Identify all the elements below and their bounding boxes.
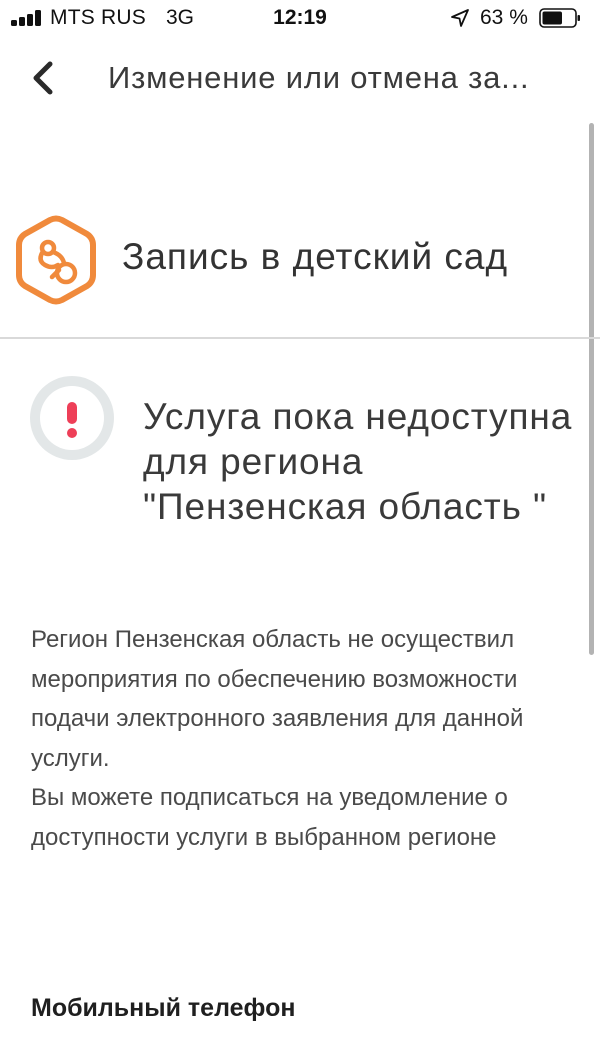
phone-field-label: Мобильный телефон [31, 994, 296, 1022]
divider [0, 337, 600, 339]
unavailable-description: Регион Пензенская область не осуществил … [31, 620, 581, 857]
chevron-left-icon [33, 61, 53, 95]
service-header: Запись в детский сад [0, 200, 600, 320]
location-arrow-icon [451, 9, 469, 27]
battery-icon [539, 8, 580, 28]
description-paragraph: Регион Пензенская область не осуществил … [31, 626, 524, 772]
alert-badge [30, 376, 114, 460]
battery-percent: 63 % [480, 6, 528, 29]
back-button[interactable] [22, 56, 62, 100]
alert-title: Услуга пока недоступна для региона "Пенз… [143, 396, 573, 527]
page-title: Изменение или отмена за... [108, 60, 530, 95]
subscribe-hint: Вы можете подписаться на уведомление о д… [31, 784, 508, 851]
screen: MTS RUS 3G 12:19 63 % Изменение или отме… [0, 0, 600, 1063]
nav-header: Изменение или отмена за... [0, 40, 600, 118]
status-bar: MTS RUS 3G 12:19 63 % [0, 0, 600, 38]
exclamation-icon [40, 386, 104, 450]
service-title: Запись в детский сад [122, 236, 509, 277]
pacifier-hexagon-icon [16, 215, 96, 305]
